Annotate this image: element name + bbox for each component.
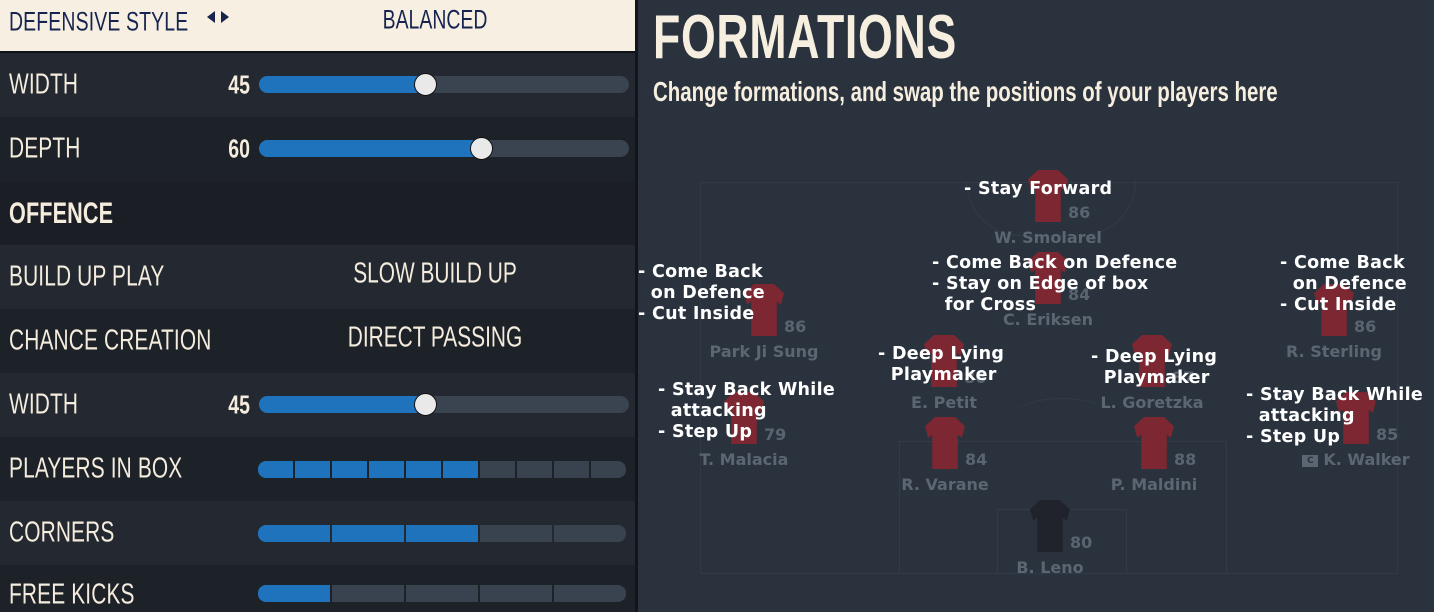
chance-creation-label: CHANCE CREATION xyxy=(9,324,212,357)
segment-empty[interactable] xyxy=(554,585,626,602)
players-in-box-row: PLAYERS IN BOX xyxy=(0,437,635,501)
instruction-note-walker: - Stay Back While attacking - Step Up xyxy=(1246,385,1424,447)
segment-empty[interactable] xyxy=(554,525,626,542)
slider-knob[interactable] xyxy=(469,137,493,160)
segment-filled[interactable] xyxy=(332,461,367,478)
player-rating: 84 xyxy=(965,450,988,469)
segment-filled[interactable] xyxy=(258,585,330,602)
free-kicks-label: FREE KICKS xyxy=(9,578,135,611)
defensive-style-value: BALANCED xyxy=(382,4,488,35)
player-name: Park Ji Sung xyxy=(709,342,819,361)
segment-filled[interactable] xyxy=(295,461,330,478)
defensive-style-label: DEFENSIVE STYLE xyxy=(9,6,189,37)
player-name: L. Goretzka xyxy=(1100,393,1204,412)
depth-value: 60 xyxy=(228,133,250,164)
offence-width-label: WIDTH xyxy=(9,388,79,421)
slider-fill xyxy=(259,140,481,157)
depth-row: DEPTH 60 xyxy=(0,117,635,181)
instruction-note-goretzka: - Deep Lying Playmaker xyxy=(1091,347,1218,388)
segment-empty[interactable] xyxy=(480,525,552,542)
offence-width-slider[interactable] xyxy=(259,393,629,416)
offence-width-row: WIDTH 45 xyxy=(0,373,635,437)
player-name: W. Smolarel xyxy=(994,228,1102,247)
tactics-panel: DEFENSIVE STYLE BALANCED WIDTH 45 DEPTH … xyxy=(0,0,635,612)
player-rating: 88 xyxy=(1174,450,1197,469)
player-name-text: K. Walker xyxy=(1323,450,1410,469)
player-name: R. Varane xyxy=(901,475,989,494)
build-up-play-label: BUILD UP PLAY xyxy=(9,260,165,293)
segment-empty[interactable] xyxy=(332,585,404,602)
free-kicks-row: FREE KICKS xyxy=(0,565,635,612)
chance-creation-row[interactable]: CHANCE CREATION DIRECT PASSING xyxy=(0,309,635,373)
build-up-play-row[interactable]: BUILD UP PLAY SLOW BUILD UP xyxy=(0,245,635,309)
segment-empty[interactable] xyxy=(406,585,478,602)
instruction-note-eriksen: - Come Back on Defence - Stay on Edge of… xyxy=(932,253,1178,315)
goalkeeper-shirt-icon xyxy=(1030,500,1070,552)
shirt-icon xyxy=(1134,417,1174,469)
instruction-note-sterling: - Come Back on Defence - Cut Inside xyxy=(1280,253,1407,315)
player-name: R. Sterling xyxy=(1286,342,1382,361)
slider-fill xyxy=(259,396,426,413)
captain-badge: C xyxy=(1302,454,1319,467)
corners-label: CORNERS xyxy=(9,516,115,549)
players-in-box-label: PLAYERS IN BOX xyxy=(9,452,183,485)
depth-slider[interactable] xyxy=(259,137,629,160)
defence-width-slider[interactable] xyxy=(259,73,629,96)
depth-label: DEPTH xyxy=(9,132,81,165)
defence-width-row: WIDTH 45 xyxy=(0,53,635,117)
offence-heading: OFFENCE xyxy=(9,196,114,230)
segment-empty[interactable] xyxy=(480,461,515,478)
arrow-right-icon[interactable] xyxy=(221,11,229,23)
player-name: B. Leno xyxy=(1016,558,1084,577)
formations-panel: FORMATIONS Change formations, and swap t… xyxy=(638,0,1434,612)
instruction-note-smolarel: - Stay Forward xyxy=(964,179,1113,199)
player-name: P. Maldini xyxy=(1110,475,1198,494)
segment-filled[interactable] xyxy=(332,525,404,542)
segment-filled[interactable] xyxy=(443,461,478,478)
free-kicks-bar[interactable] xyxy=(258,585,626,602)
defence-width-value: 45 xyxy=(228,69,250,100)
slider-fill xyxy=(259,76,426,93)
players-in-box-bar[interactable] xyxy=(258,461,626,478)
player-rating: 80 xyxy=(1070,533,1093,552)
player-rating: 86 xyxy=(1068,203,1091,222)
corners-bar[interactable] xyxy=(258,525,626,542)
defence-width-label: WIDTH xyxy=(9,68,79,101)
instruction-note-malacia: - Stay Back While attacking - Step Up xyxy=(658,380,836,442)
page-title: FORMATIONS xyxy=(653,3,957,72)
offence-width-value: 45 xyxy=(228,389,250,420)
defensive-style-arrows[interactable] xyxy=(207,11,229,23)
segment-empty[interactable] xyxy=(554,461,589,478)
offence-section-header: OFFENCE xyxy=(0,182,635,245)
corners-row: CORNERS xyxy=(0,501,635,565)
build-up-play-value: SLOW BUILD UP xyxy=(353,257,517,290)
player-name: E. Petit xyxy=(911,393,977,412)
segment-filled[interactable] xyxy=(406,525,478,542)
arrow-left-icon[interactable] xyxy=(207,11,215,23)
segment-empty[interactable] xyxy=(517,461,552,478)
slider-knob[interactable] xyxy=(414,393,437,416)
slider-knob[interactable] xyxy=(414,73,437,96)
segment-filled[interactable] xyxy=(258,461,293,478)
player-name: T. Malacia xyxy=(699,450,789,469)
page-subtitle: Change formations, and swap the position… xyxy=(653,76,1278,107)
player-name: C K. Walker xyxy=(1286,450,1426,469)
segment-empty[interactable] xyxy=(591,461,626,478)
instruction-note-petit: - Deep Lying Playmaker xyxy=(878,344,1005,385)
player-card[interactable]: 80 B. Leno xyxy=(980,500,1120,600)
chance-creation-value: DIRECT PASSING xyxy=(347,321,523,354)
segment-filled[interactable] xyxy=(369,461,404,478)
player-rating: 86 xyxy=(1354,317,1377,336)
segment-filled[interactable] xyxy=(258,525,330,542)
segment-filled[interactable] xyxy=(406,461,441,478)
shirt-icon xyxy=(925,417,965,469)
segment-empty[interactable] xyxy=(480,585,552,602)
instruction-note-park: - Come Back on Defence - Cut Inside xyxy=(638,262,765,324)
defensive-style-selector[interactable]: DEFENSIVE STYLE BALANCED xyxy=(0,0,635,53)
player-rating: 86 xyxy=(784,317,807,336)
